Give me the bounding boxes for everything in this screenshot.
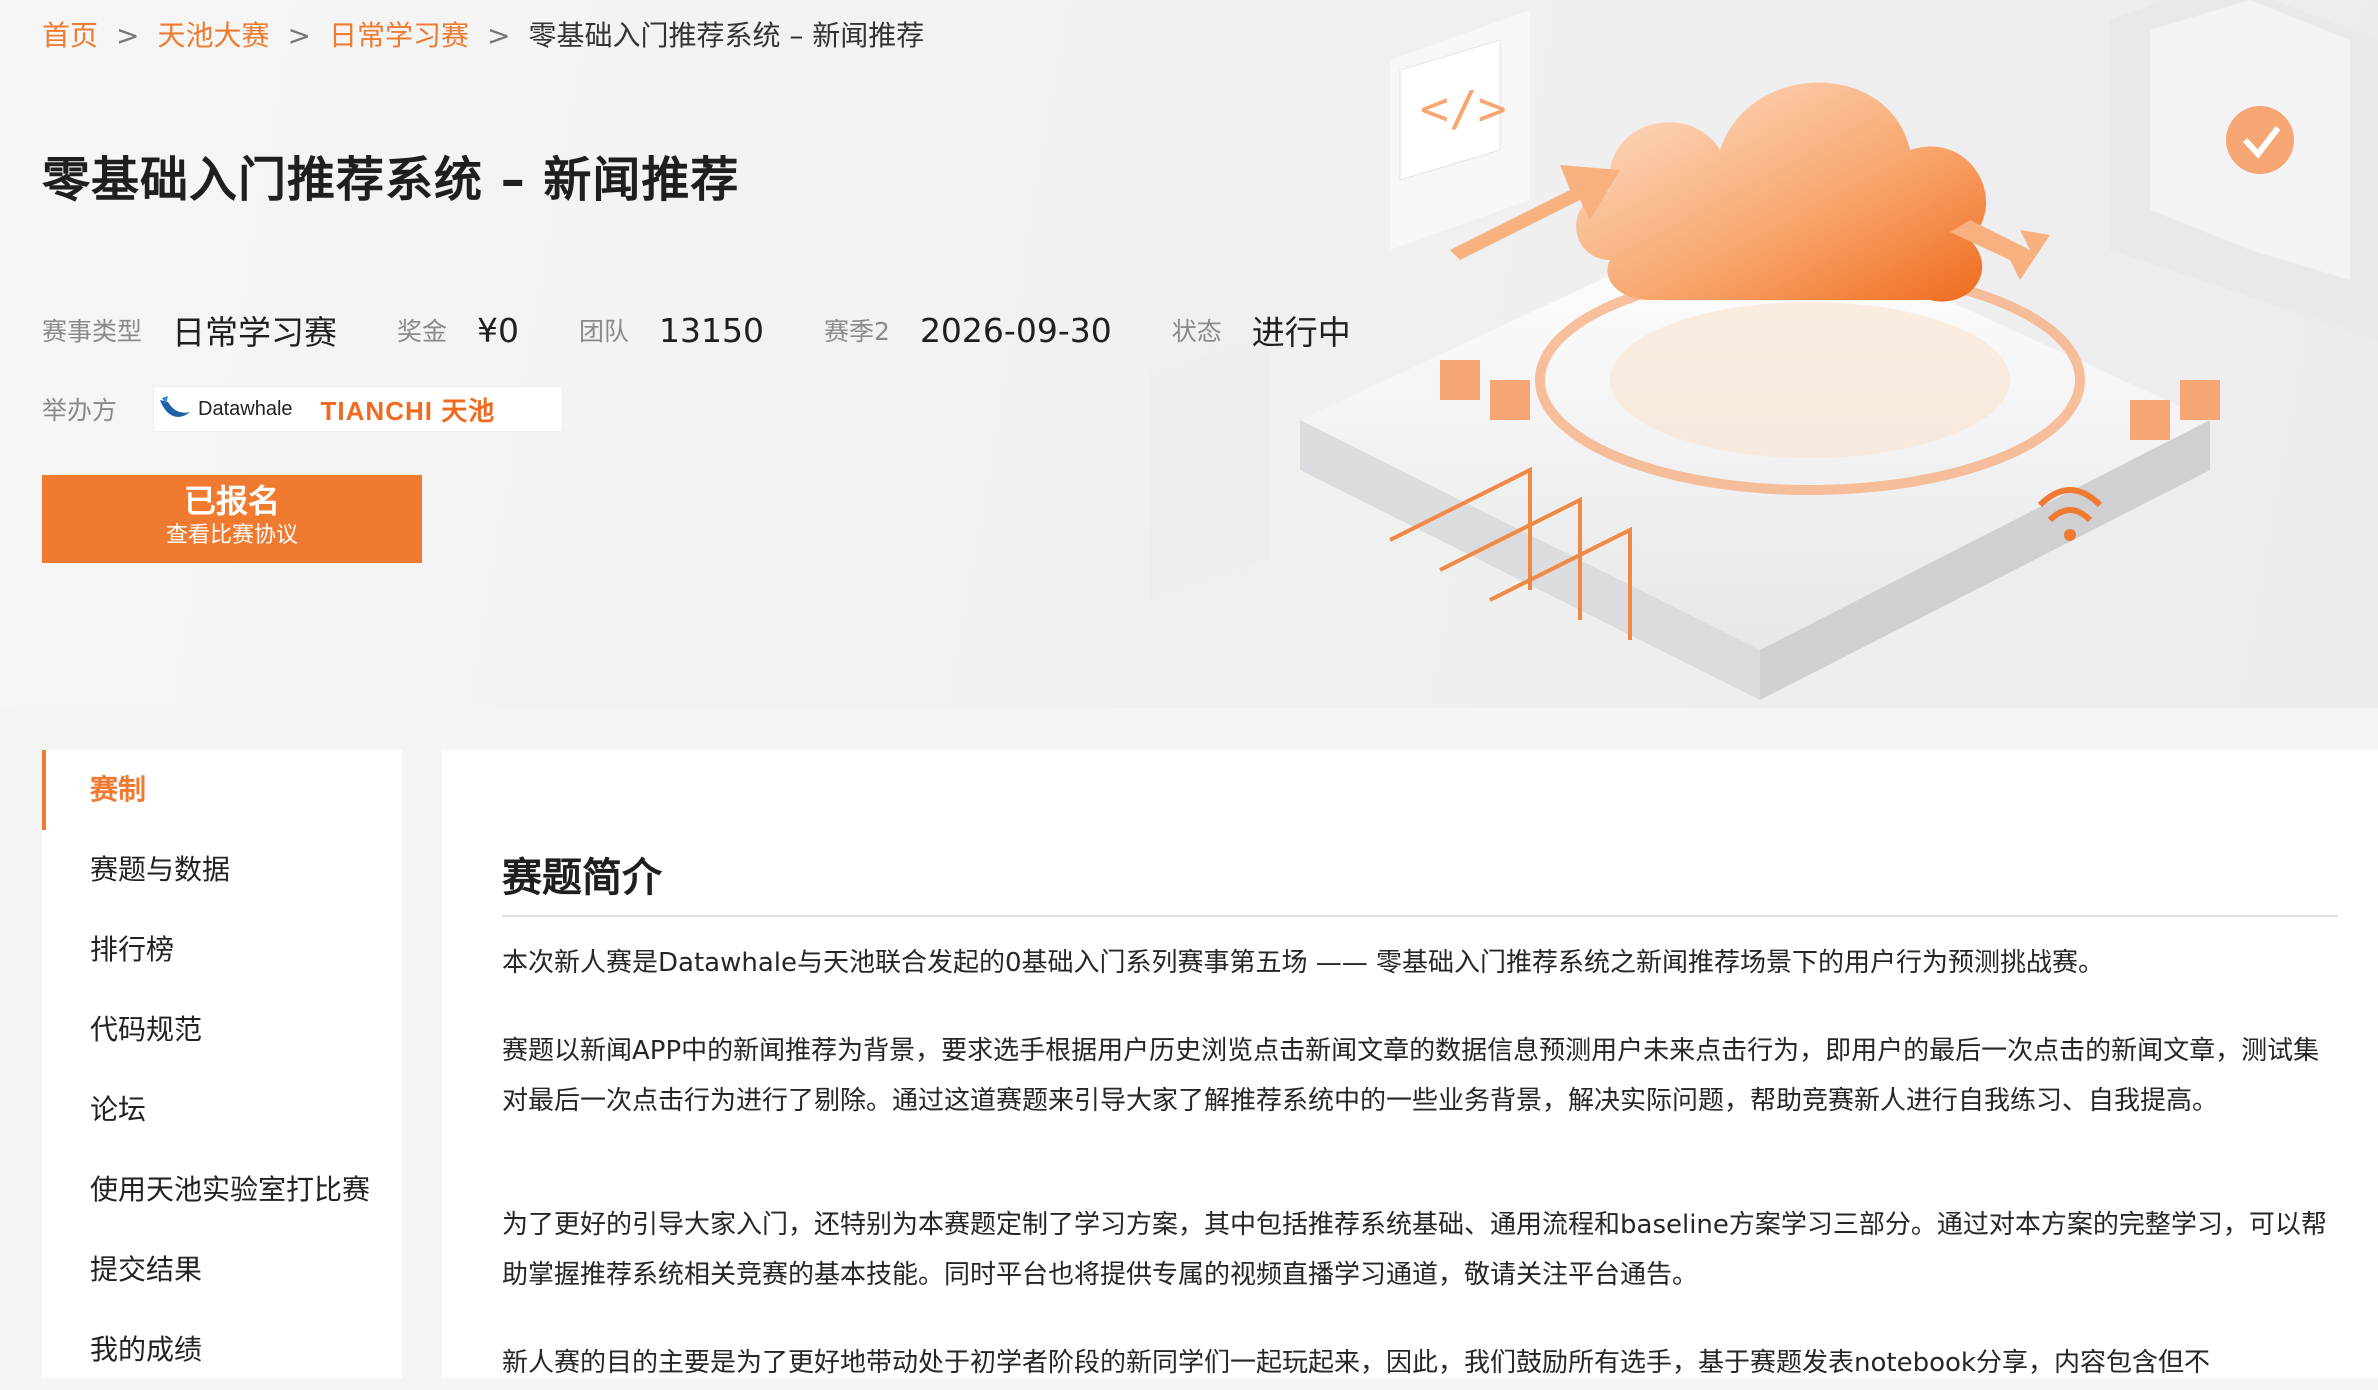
sidebar-nav: 赛制 赛题与数据 排行榜 代码规范 论坛 使用天池实验室打比赛 提交结果 我的成… xyxy=(42,750,402,1378)
view-agreement-link[interactable]: 查看比赛协议 xyxy=(42,521,422,551)
intro-paragraph-1: 本次新人赛是Datawhale与天池联合发起的0基础入门系列赛事第五场 —— 零… xyxy=(502,948,2105,978)
breadcrumb-separator: > xyxy=(486,19,511,52)
hero-illustration: </> xyxy=(1150,0,2378,700)
svg-text:</>: </> xyxy=(1420,81,1507,137)
breadcrumb-separator: > xyxy=(116,19,140,52)
intro-paragraph-3: 为了更好的引导大家入门，还特别为本赛题定制了学习方案，其中包括推荐系统基础、通用… xyxy=(502,1210,2327,1290)
sidebar-item-submit[interactable]: 提交结果 xyxy=(42,1230,402,1310)
intro-paragraph-2: 赛题以新闻APP中的新闻推荐为背景，要求选手根据用户历史浏览点击新闻文章的数据信… xyxy=(502,1036,2320,1116)
breadcrumb-separator: > xyxy=(287,19,311,52)
breadcrumb-daily-link[interactable]: 日常学习赛 xyxy=(329,19,469,52)
sidebar-item-code-rules[interactable]: 代码规范 xyxy=(42,990,402,1070)
breadcrumb-tianchi-link[interactable]: 天池大赛 xyxy=(157,19,269,52)
prize-label: 奖金 xyxy=(397,317,448,346)
sidebar-item-my-scores[interactable]: 我的成绩 xyxy=(42,1310,402,1390)
sidebar-item-forum[interactable]: 论坛 xyxy=(42,1070,402,1150)
organizer: 举办方 Datawhale TIANCHI 天池 xyxy=(42,386,564,432)
prize-value: ¥0 xyxy=(477,310,520,350)
team-value: 13150 xyxy=(659,310,765,350)
section-divider xyxy=(502,915,2338,917)
intro-paragraph-4: 新人赛的目的主要是为了更好地带动处于初学者阶段的新同学们一起玩起来，因此，我们鼓… xyxy=(502,1348,2210,1378)
competition-meta: 赛事类型 日常学习赛 奖金 ¥0 团队 13150 赛季2 2026-09-30… xyxy=(42,306,1411,354)
tianchi-logo: TIANCHI 天池 xyxy=(320,395,496,426)
signup-button[interactable]: 已报名 查看比赛协议 xyxy=(42,475,422,563)
main-content: 赛题简介 本次新人赛是Datawhale与天池联合发起的0基础入门系列赛事第五场… xyxy=(442,750,2378,1378)
status-label: 状态 xyxy=(1171,317,1222,346)
season-label: 赛季2 xyxy=(824,317,890,346)
type-value: 日常学习赛 xyxy=(172,313,338,352)
sidebar-item-leaderboard[interactable]: 排行榜 xyxy=(42,910,402,990)
breadcrumb-current: 零基础入门推荐系统 – 新闻推荐 xyxy=(528,19,925,52)
signup-status-text: 已报名 xyxy=(183,482,280,520)
datawhale-logo-text: Datawhale xyxy=(198,397,293,420)
sidebar-item-problem-data[interactable]: 赛题与数据 xyxy=(42,830,402,910)
breadcrumb: 首页 > 天池大赛 > 日常学习赛 > 零基础入门推荐系统 – 新闻推荐 xyxy=(42,18,924,54)
datawhale-logo: Datawhale xyxy=(158,394,293,424)
season-value: 2026-09-30 xyxy=(919,310,1112,350)
organizer-label: 举办方 xyxy=(42,396,118,425)
sidebar-item-rules[interactable]: 赛制 xyxy=(42,750,402,830)
sidebar-item-tianchi-lab[interactable]: 使用天池实验室打比赛 xyxy=(42,1150,402,1230)
breadcrumb-home-link[interactable]: 首页 xyxy=(42,19,98,52)
type-label: 赛事类型 xyxy=(42,317,143,346)
datawhale-whale-icon xyxy=(160,396,191,417)
hero-banner: </> 首页 > 天池大赛 > 日常学习赛 > 零基础入门推荐系统 – 新闻推荐 零基础入门… xyxy=(0,0,2378,708)
team-label: 团队 xyxy=(579,317,630,346)
page-title: 零基础入门推荐系统 – 新闻推荐 xyxy=(42,152,740,208)
section-title: 赛题简介 xyxy=(502,855,662,901)
status-value: 进行中 xyxy=(1251,313,1351,352)
organizer-logos: Datawhale TIANCHI 天池 xyxy=(153,386,564,432)
